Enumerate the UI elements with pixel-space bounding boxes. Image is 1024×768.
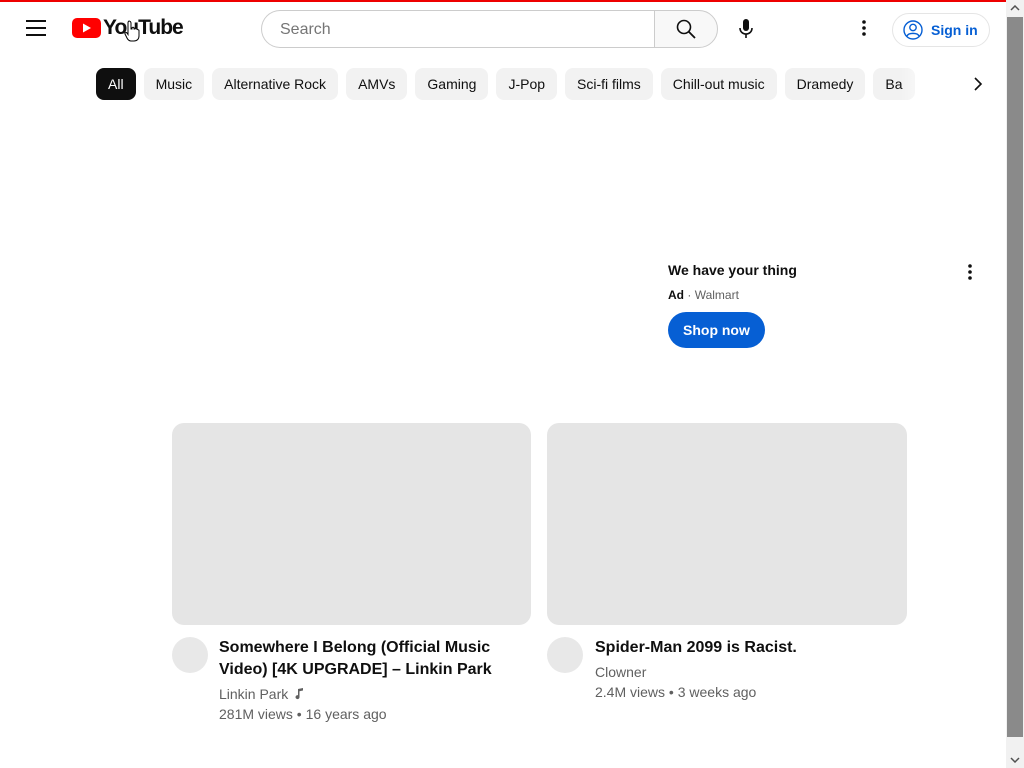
scroll-up-arrow-icon: [1010, 5, 1020, 11]
upload-age: 3 weeks ago: [677, 684, 757, 700]
vertical-scrollbar[interactable]: [1006, 0, 1024, 768]
mic-icon: [739, 19, 753, 38]
scroll-down-arrow-icon: [1010, 757, 1020, 763]
ad-advertiser: Walmart: [694, 288, 739, 302]
chip-amvs[interactable]: AMVs: [346, 68, 408, 100]
video-channel-line: Clowner: [595, 664, 646, 680]
youtube-logo-icon: [72, 18, 101, 38]
chevron-right-icon: [974, 77, 983, 91]
chip-chill-out-music[interactable]: Chill-out music: [660, 68, 777, 100]
chip-bar-next-button[interactable]: [962, 68, 994, 100]
settings-menu-button[interactable]: [846, 10, 882, 46]
search-box: [261, 10, 654, 48]
chip-all[interactable]: All: [96, 68, 136, 100]
upload-age: 16 years ago: [305, 706, 387, 722]
ad-card: We have your thing Ad · Walmart Shop now: [668, 262, 988, 348]
ad-menu-button[interactable]: [958, 260, 982, 284]
sign-in-label: Sign in: [931, 22, 978, 38]
video-thumbnail[interactable]: [172, 423, 531, 625]
view-count: 2.4M views: [595, 684, 666, 700]
ad-meta: Ad · Walmart: [668, 288, 988, 302]
search-input[interactable]: [278, 20, 642, 40]
chip-bar-fade: [900, 68, 960, 100]
sign-in-button[interactable]: Sign in: [892, 13, 990, 47]
hand-cursor-icon: [124, 20, 140, 42]
guide-menu-button[interactable]: [18, 10, 54, 46]
search-button[interactable]: [654, 10, 718, 48]
chip-dramedy[interactable]: Dramedy: [784, 68, 866, 100]
ad-title: We have your thing: [668, 262, 797, 278]
view-count: 281M views: [219, 706, 293, 722]
ad-separator: ·: [687, 288, 692, 302]
more-vert-icon: [862, 20, 866, 36]
chip-j-pop[interactable]: J-Pop: [496, 68, 558, 100]
chip-alternative-rock[interactable]: Alternative Rock: [212, 68, 339, 100]
ad-badge: Ad: [668, 288, 684, 302]
menu-icon: [26, 20, 46, 36]
channel-name[interactable]: Clowner: [595, 664, 646, 680]
more-vert-icon: [968, 264, 972, 280]
logo-wordmark: YouTube: [103, 16, 184, 39]
voice-search-button[interactable]: [726, 9, 766, 49]
shop-now-button[interactable]: Shop now: [668, 312, 765, 348]
account-icon: [903, 20, 923, 40]
video-thumbnail[interactable]: [547, 423, 907, 625]
music-note-icon: [295, 688, 304, 700]
category-chip-bar: All Music Alternative Rock AMVs Gaming J-Pop S…: [96, 68, 956, 100]
scroll-up-button[interactable]: [1006, 0, 1024, 16]
video-title[interactable]: Somewhere I Belong (Official Music Video…: [219, 637, 519, 681]
video-title[interactable]: Spider-Man 2099 is Racist.: [595, 637, 895, 659]
chip-gaming[interactable]: Gaming: [415, 68, 489, 100]
video-stats: 2.4M views • 3 weeks ago: [595, 684, 757, 700]
channel-name[interactable]: Linkin Park: [219, 686, 288, 702]
chip-sci-fi-films[interactable]: Sci-fi films: [565, 68, 653, 100]
channel-avatar[interactable]: [172, 637, 208, 673]
video-channel-line: Linkin Park: [219, 686, 304, 702]
scrollbar-thumb[interactable]: [1007, 17, 1023, 737]
search-icon: [676, 19, 696, 39]
chip-music[interactable]: Music: [143, 68, 205, 100]
masthead: YouTube Sign in: [0, 2, 1006, 54]
scroll-down-button[interactable]: [1006, 752, 1024, 768]
channel-avatar[interactable]: [547, 637, 583, 673]
video-stats: 281M views • 16 years ago: [219, 706, 387, 722]
